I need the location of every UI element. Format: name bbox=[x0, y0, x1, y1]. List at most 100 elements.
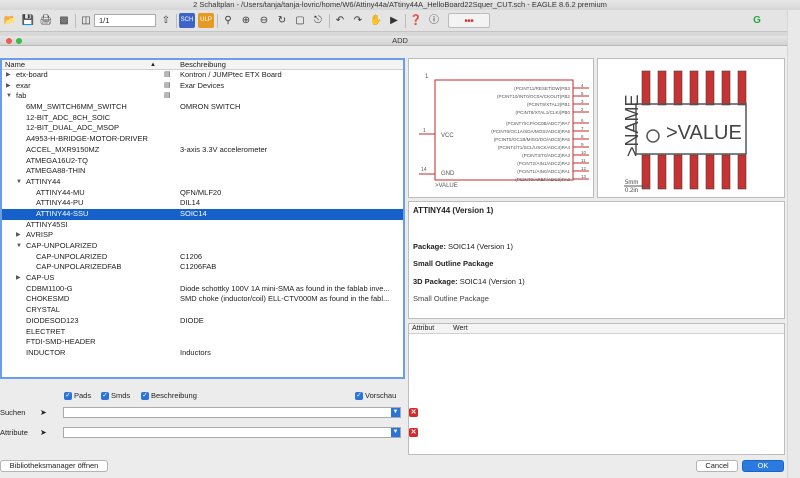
zoom-dot-icon[interactable] bbox=[16, 38, 22, 44]
tree-row[interactable]: ▼ ATTINY44 bbox=[2, 177, 403, 188]
collapse-arrow-icon[interactable]: ▼ bbox=[16, 241, 24, 252]
tree-row[interactable]: INDUCTOR Inductors bbox=[2, 348, 403, 359]
tree-row[interactable]: CAP-UNPOLARIZED C1206 bbox=[2, 252, 403, 263]
collapse-arrow-icon[interactable]: ▼ bbox=[6, 91, 14, 102]
column-description[interactable]: Beschreibung bbox=[180, 60, 226, 70]
row-name: CAP-US bbox=[26, 273, 55, 283]
suchen-label: Suchen bbox=[0, 408, 26, 417]
row-name: ACCEL_MXR9150MZ bbox=[26, 144, 100, 154]
zoom-redraw-icon[interactable]: ↻ bbox=[274, 13, 290, 28]
cancel-button[interactable]: Cancel bbox=[696, 460, 738, 472]
tree-row[interactable]: ▶ exar ▤ Exar Devices bbox=[2, 81, 403, 92]
row-name: ATTINY44 bbox=[26, 176, 61, 186]
zoom-last-icon[interactable]: ⎋ bbox=[310, 13, 326, 28]
tree-row[interactable]: ▼ CAP-UNPOLARIZED bbox=[2, 241, 403, 252]
undo-icon[interactable]: ↶ bbox=[332, 13, 348, 28]
tree-row[interactable]: ▶ etx-board ▤ Kontron / JUMPtec ETX Board bbox=[2, 70, 403, 81]
smd-pad bbox=[737, 70, 747, 106]
search-input[interactable]: ▼ bbox=[63, 407, 401, 418]
digikey-icon[interactable]: ■■■ bbox=[448, 13, 490, 28]
help-icon[interactable]: ❓ bbox=[408, 13, 424, 28]
clear-search-icon[interactable]: ✕ bbox=[409, 408, 418, 417]
expand-arrow-icon[interactable]: ▶ bbox=[6, 81, 14, 92]
smds-checkbox[interactable]: ✓ Smds bbox=[101, 391, 130, 401]
vorschau-checkbox[interactable]: ✓ Vorschau bbox=[355, 391, 396, 401]
tree-row[interactable]: ACCEL_MXR9150MZ 3-axis 3.3V accelerometer bbox=[2, 145, 403, 156]
pads-checkbox[interactable]: ✓ Pads bbox=[64, 391, 91, 401]
tree-row[interactable]: CHOKESMD SMD choke (inductor/coil) ELL-CT… bbox=[2, 294, 403, 305]
save-icon[interactable]: 💾 bbox=[20, 13, 36, 28]
pin-label: (PCINT8/XTAL1/CLKI)PB0 bbox=[515, 110, 570, 115]
row-name: CAP-UNPOLARIZED bbox=[26, 241, 98, 250]
sort-arrow-icon[interactable]: ▲ bbox=[150, 60, 156, 70]
smd-pad bbox=[737, 154, 747, 190]
search-dropdown-icon[interactable]: ▼ bbox=[391, 408, 400, 417]
expand-arrow-icon[interactable]: ▶ bbox=[16, 273, 24, 284]
tree-row[interactable]: 12-BIT_DUAL_ADC_MSOP bbox=[2, 123, 403, 134]
collapse-arrow-icon[interactable]: ▼ bbox=[16, 177, 24, 188]
pin-number: 4 bbox=[581, 83, 584, 88]
expand-arrow-icon[interactable]: ▶ bbox=[16, 230, 24, 241]
package3d-description: Small Outline Package bbox=[413, 294, 489, 303]
tag-icon: ➤ bbox=[40, 408, 47, 417]
tree-row-selected[interactable]: ATTINY44-SSU SOIC14 bbox=[2, 208, 403, 220]
tree-row[interactable]: 12-BIT_ADC_8CH_SOIC bbox=[2, 113, 403, 124]
smd-pad bbox=[673, 70, 683, 106]
cam-icon[interactable]: ▩ bbox=[56, 13, 72, 28]
tree-row[interactable]: CDBM1100-G Diode schottky 100V 1A mini-SM… bbox=[2, 284, 403, 295]
pin-number: 5 bbox=[581, 91, 584, 96]
ulp-icon[interactable]: ULP bbox=[198, 13, 214, 28]
grammarly-icon[interactable]: G bbox=[749, 13, 765, 28]
row-name: etx-board bbox=[16, 70, 48, 79]
zoom-select-icon[interactable]: ▢ bbox=[292, 13, 308, 28]
tree-row[interactable]: CAP-UNPOLARIZEDFAB C1206FAB bbox=[2, 262, 403, 273]
tree-row[interactable]: ▶ AVRISP bbox=[2, 230, 403, 241]
sheet-icon[interactable]: ◫ bbox=[78, 13, 94, 28]
redo-icon[interactable]: ↷ bbox=[350, 13, 366, 28]
smd-pad bbox=[641, 154, 651, 190]
row-name: CAP-UNPOLARIZEDFAB bbox=[36, 262, 122, 272]
beschreibung-checkbox[interactable]: ✓ Beschreibung bbox=[141, 391, 197, 401]
tree-row[interactable]: ELECTRET bbox=[2, 327, 403, 338]
tree-row[interactable]: ▼ fab ▤ bbox=[2, 91, 403, 102]
column-name[interactable]: Name bbox=[5, 60, 25, 70]
tree-row[interactable]: 6MM_SWITCH6MM_SWITCH OMRON SWITCH bbox=[2, 102, 403, 113]
tree-row[interactable]: FTDI-SMD-HEADER bbox=[2, 337, 403, 348]
tree-row[interactable]: CRYSTAL bbox=[2, 305, 403, 316]
library-manager-button[interactable]: Bibliotheksmanager öffnen bbox=[0, 460, 108, 472]
gnd-label: GND bbox=[441, 171, 455, 177]
clear-attribute-icon[interactable]: ✕ bbox=[409, 428, 418, 437]
tree-row[interactable]: ▶ CAP-US bbox=[2, 273, 403, 284]
tree-row[interactable]: ATMEGA88-THIN bbox=[2, 166, 403, 177]
tree-row[interactable]: DIODESOD123 DIODE bbox=[2, 316, 403, 327]
zoom-out-icon[interactable]: ⊖ bbox=[256, 13, 272, 28]
tree-row[interactable]: A4953-H-BRIDGE-MOTOR-DRIVER bbox=[2, 134, 403, 145]
ok-button[interactable]: OK bbox=[742, 460, 784, 472]
footprint-drawing: >VALUE >NAME 5mm 0.2in bbox=[622, 70, 747, 194]
go-icon[interactable]: ▶ bbox=[386, 13, 402, 28]
tree-row[interactable]: ATTINY45SI bbox=[2, 220, 403, 231]
tree-row[interactable]: ATMEGA16U2-TQ bbox=[2, 156, 403, 167]
attribute-table[interactable]: Attribut Wert bbox=[408, 323, 785, 455]
symbol-drawing: 1 VCC GND 1 14 >VALUE (PCINT11/RESET/DW)… bbox=[419, 74, 589, 189]
tree-row[interactable]: ATTINY44-PU DIL14 bbox=[2, 198, 403, 209]
sheet-select[interactable]: 1/1 bbox=[94, 14, 156, 27]
sheet-up-icon[interactable]: ⇧ bbox=[158, 13, 174, 28]
board-icon[interactable]: SCH bbox=[179, 13, 195, 28]
library-tree[interactable]: Name ▲ Beschreibung ▶ etx-board ▤ Kontron /… bbox=[0, 58, 405, 379]
column-value[interactable]: Wert bbox=[453, 324, 468, 334]
smd-pad bbox=[705, 70, 715, 106]
zoom-fit-icon[interactable]: ⚲ bbox=[220, 13, 236, 28]
print-icon[interactable]: 🖨 bbox=[38, 13, 54, 28]
zoom-in-icon[interactable]: ⊕ bbox=[238, 13, 254, 28]
stop-icon[interactable]: ✋ bbox=[368, 13, 384, 28]
row-name: CRYSTAL bbox=[26, 305, 60, 315]
attribute-input[interactable]: ▼ bbox=[63, 427, 401, 438]
column-attribute[interactable]: Attribut bbox=[412, 324, 434, 334]
info-icon[interactable]: ⓘ bbox=[426, 13, 442, 28]
attribute-dropdown-icon[interactable]: ▼ bbox=[391, 428, 400, 437]
close-dot-icon[interactable] bbox=[6, 38, 12, 44]
open-icon[interactable]: 📂 bbox=[2, 13, 18, 28]
tree-row[interactable]: ATTINY44-MU QFN/MLF20 bbox=[2, 188, 403, 199]
expand-arrow-icon[interactable]: ▶ bbox=[6, 70, 14, 81]
